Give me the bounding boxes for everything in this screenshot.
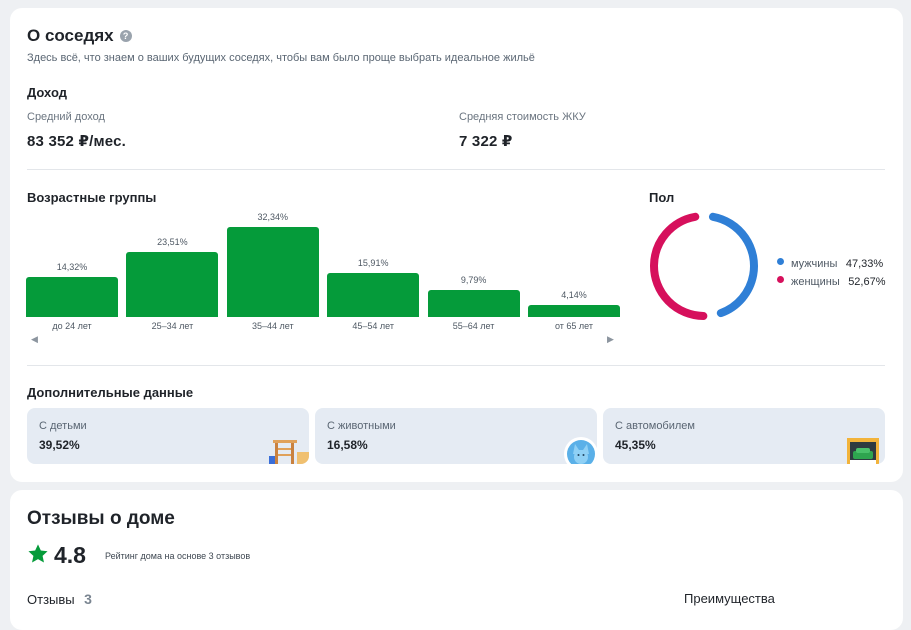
extra-value: 39,52%: [39, 438, 80, 452]
advantages-label: Преимущества: [684, 591, 775, 606]
age-bar-value-label: 32,34%: [257, 212, 289, 222]
age-bar-value-label: 15,91%: [357, 257, 389, 268]
chart-scroll-right-icon[interactable]: ▶: [607, 334, 614, 345]
cat-icon: [564, 437, 597, 464]
help-icon[interactable]: ?: [119, 29, 132, 42]
donut-male-segment: [650, 212, 758, 320]
extra-data-title: Дополнительные данные: [27, 385, 194, 400]
neighbors-card: О соседях? Здесь всё, что знаем о ваших …: [10, 8, 903, 482]
reviews-count-row[interactable]: Отзывы 3: [27, 591, 92, 609]
gender-title: Пол: [649, 190, 675, 205]
age-bar[interactable]: [226, 227, 319, 317]
extra-card-car: С автомобилем 45,35%: [603, 408, 885, 464]
neighbors-title-row: О соседях?: [27, 26, 132, 46]
age-bar-category-label: 35–44 лет: [251, 321, 294, 331]
age-bar-value-label: 4,14%: [561, 290, 587, 301]
rating-value: 4.8: [54, 542, 86, 568]
age-groups-title: Возрастные группы: [27, 190, 157, 205]
divider: [27, 169, 885, 170]
extra-card-pets: С животными 16,58%: [315, 408, 597, 464]
female-value: 52,67%: [848, 276, 886, 288]
age-bar-value-label: 9,79%: [460, 274, 487, 285]
chart-scroll-left-icon[interactable]: ◀: [31, 334, 38, 345]
female-legend-dot: [777, 276, 784, 283]
extra-label: С автомобилем: [615, 420, 695, 432]
avg-income-value: 83 352 ₽/мес.: [27, 133, 127, 150]
divider: [27, 365, 885, 366]
star-icon: [28, 544, 48, 563]
age-bar-value-label: 14,32%: [56, 262, 88, 273]
age-bar[interactable]: [26, 277, 118, 317]
age-bar-chart: 14,32% до 24 лет 23,51% 25–34 лет 32,34% 35–4…: [26, 208, 620, 338]
age-bar[interactable]: [327, 272, 420, 317]
garage-car-icon: [847, 438, 879, 464]
rating-description: Рейтинг дома на основе 3 отзывов: [105, 551, 251, 561]
age-bar-category-label: от 65 лет: [554, 321, 594, 331]
neighbors-subtitle: Здесь всё, что знаем о ваших будущих сос…: [27, 52, 535, 64]
reviews-label: Отзывы: [27, 592, 75, 607]
extra-value: 45,35%: [615, 438, 656, 452]
extra-card-children: С детьми 39,52%: [27, 408, 309, 464]
age-bar[interactable]: [528, 305, 620, 317]
age-bar[interactable]: [126, 251, 219, 317]
male-legend-dot: [777, 258, 784, 265]
playground-icon: [269, 440, 309, 464]
reviews-count: 3: [84, 591, 92, 607]
avg-utility-value: 7 322 ₽: [459, 133, 513, 150]
age-bar-category-label: 55–64 лет: [452, 321, 495, 331]
female-label: женщины: [791, 276, 840, 288]
male-legend: мужчины 47,33%: [791, 254, 883, 272]
age-bar-value-label: 23,51%: [157, 236, 188, 247]
extra-label: С детьми: [39, 420, 87, 432]
avg-utility-label: Средняя стоимость ЖКУ: [459, 111, 586, 123]
age-bar[interactable]: [427, 289, 520, 317]
male-label: мужчины: [791, 258, 838, 270]
male-value: 47,33%: [845, 258, 884, 270]
age-bar-category-label: 45–54 лет: [352, 321, 394, 331]
extra-label: С животными: [327, 420, 396, 432]
gender-donut-chart: [650, 212, 758, 320]
neighbors-title: О соседях: [27, 26, 114, 45]
extra-value: 16,58%: [327, 438, 368, 452]
reviews-title: Отзывы о доме: [27, 508, 175, 529]
age-bar-category-label: 25–34 лет: [151, 321, 194, 331]
female-legend: женщины 52,67%: [791, 272, 886, 290]
age-bar-category-label: до 24 лет: [52, 321, 92, 331]
reviews-card: Отзывы о доме 4.8 Рейтинг дома на основе…: [10, 490, 903, 630]
avg-income-label: Средний доход: [27, 111, 105, 123]
income-title: Доход: [27, 85, 67, 100]
